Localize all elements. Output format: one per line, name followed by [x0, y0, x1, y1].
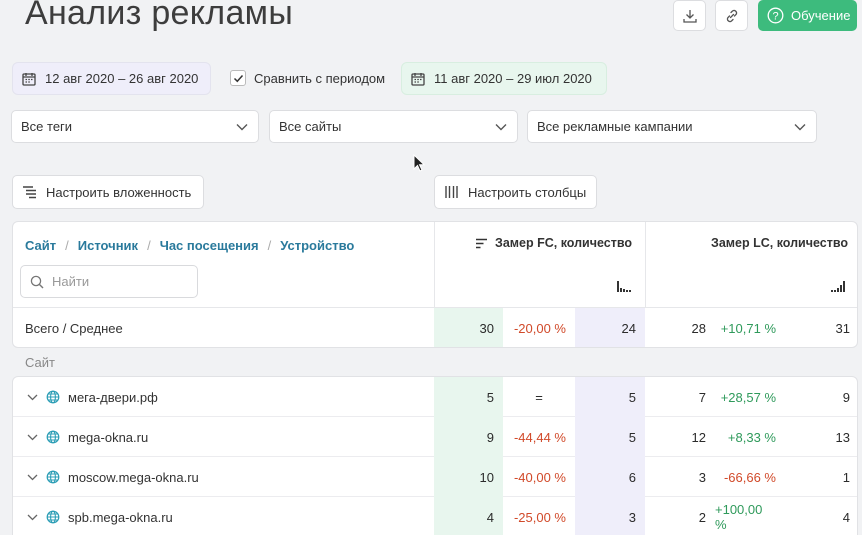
cell-lc: 12 [691, 429, 706, 445]
cell-lc-prev: 1 [842, 469, 850, 485]
sites-select-value: Все сайты [279, 119, 342, 134]
compare-period-value: 11 авг 2020 – 29 июл 2020 [434, 71, 592, 86]
cell-fc: 5 [434, 377, 503, 417]
cell-lc-prev: 13 [835, 429, 850, 445]
globe-icon [46, 430, 60, 444]
search-input[interactable]: Найти [20, 265, 198, 298]
report-table-header: Сайт / Источник / Час посещения / Устройство Н… [12, 221, 858, 348]
site-name: mega-okna.ru [68, 429, 149, 445]
columns-config-label: Настроить столбцы [468, 184, 587, 200]
page-title: Анализ рекламы [25, 0, 294, 32]
site-name: moscow.mega-okna.ru [68, 469, 199, 485]
breadcrumb-item-device[interactable]: Устройство [280, 238, 354, 253]
totals-fc-delta: -20,00 % [513, 320, 566, 336]
table-row[interactable]: moscow.mega-okna.ru 10 -40,00 % 6 3 -66,… [13, 457, 857, 497]
compare-label: Сравнить с периодом [254, 71, 386, 86]
globe-icon [46, 510, 60, 524]
chevron-down-icon[interactable] [27, 394, 38, 401]
tags-select[interactable]: Все теги [11, 110, 259, 143]
column-header-fc-label: Замер FC, количество [495, 236, 633, 250]
cell-fc: 4 [434, 497, 503, 535]
nesting-config-label: Настроить вложенность [46, 184, 192, 200]
cell-lc-delta: +100,00 % [715, 502, 763, 532]
share-link-button[interactable] [715, 0, 748, 31]
compare-checkbox[interactable] [230, 70, 246, 86]
cell-lc: 2 [698, 509, 706, 525]
breadcrumb-item-site[interactable]: Сайт [25, 238, 56, 253]
table-row[interactable]: mega-okna.ru 9 -44,44 % 5 12 +8,33 % 13 [13, 417, 857, 457]
cell-fc-prev: 5 [575, 377, 645, 417]
chevron-down-icon[interactable] [27, 434, 38, 441]
cell-fc-delta: = [535, 389, 543, 405]
cell-fc-prev: 5 [575, 417, 645, 457]
download-icon [682, 9, 697, 23]
report-table-body: мега-двери.рф 5 = 5 7 +28,57 % 9 mega-ok… [12, 376, 858, 535]
site-name: spb.mega-okna.ru [68, 509, 173, 525]
tags-select-value: Все теги [21, 119, 73, 134]
chevron-down-icon [236, 123, 248, 130]
help-circle-icon: ? [767, 7, 784, 24]
learn-button[interactable]: ? Обучение [758, 0, 857, 31]
table-row[interactable]: мега-двери.рф 5 = 5 7 +28,57 % 9 [13, 377, 857, 417]
breadcrumb-item-source[interactable]: Источник [78, 238, 138, 253]
totals-fc: 30 [434, 308, 503, 347]
download-button[interactable] [673, 0, 706, 31]
chevron-down-icon[interactable] [27, 514, 38, 521]
campaigns-select-value: Все рекламные кампании [537, 119, 693, 134]
check-icon [233, 74, 243, 82]
totals-lc: 28 [691, 320, 706, 336]
period-value: 12 авг 2020 – 26 авг 2020 [45, 71, 199, 86]
column-header-fc[interactable]: Замер FC, количество [475, 236, 632, 250]
bar-sort-icon[interactable] [830, 279, 846, 293]
cell-fc-delta: -40,00 % [513, 469, 566, 485]
breadcrumb: Сайт / Источник / Час посещения / Устройство [25, 238, 355, 253]
totals-lc-prev: 31 [835, 320, 850, 336]
learn-label: Обучение [791, 8, 851, 23]
columns-icon [445, 186, 458, 198]
totals-label: Всего / Среднее [25, 320, 123, 336]
breadcrumb-item-hour[interactable]: Час посещения [160, 238, 259, 253]
cell-lc-delta: +8,33 % [727, 429, 776, 445]
chevron-down-icon [794, 123, 806, 130]
cell-lc-prev: 4 [842, 509, 850, 525]
globe-icon [46, 390, 60, 404]
sites-select[interactable]: Все сайты [269, 110, 518, 143]
chevron-down-icon[interactable] [27, 474, 38, 481]
cell-fc-delta: -25,00 % [513, 509, 566, 525]
nesting-config-button[interactable]: Настроить вложенность [12, 175, 204, 209]
svg-text:?: ? [772, 10, 778, 22]
cell-lc-delta: -66,66 % [723, 469, 776, 485]
cell-fc: 10 [434, 457, 503, 497]
compare-period-picker[interactable]: 11 авг 2020 – 29 июл 2020 [401, 62, 607, 95]
totals-fc-prev: 24 [575, 308, 645, 347]
column-header-lc[interactable]: Замер LC, количество [711, 236, 848, 250]
link-icon [726, 9, 737, 22]
cell-lc: 3 [698, 469, 706, 485]
table-row[interactable]: spb.mega-okna.ru 4 -25,00 % 3 2 +100,00 … [13, 497, 857, 535]
search-placeholder: Найти [52, 274, 90, 289]
sort-lines-icon [476, 238, 487, 248]
bar-sort-icon[interactable] [616, 279, 632, 293]
cell-fc-delta: -44,44 % [513, 429, 566, 445]
cell-fc-prev: 3 [575, 497, 645, 535]
mouse-cursor-icon [413, 154, 425, 172]
cell-fc-prev: 6 [575, 457, 645, 497]
globe-icon [46, 470, 60, 484]
nesting-icon [23, 186, 36, 199]
chevron-down-icon [495, 123, 507, 130]
site-name: мега-двери.рф [68, 389, 158, 405]
cell-lc-prev: 9 [842, 389, 850, 405]
campaigns-select[interactable]: Все рекламные кампании [527, 110, 817, 143]
calendar-icon [22, 72, 36, 86]
cell-lc: 7 [698, 389, 706, 405]
period-picker[interactable]: 12 авг 2020 – 26 авг 2020 [12, 62, 211, 95]
calendar-icon [411, 72, 425, 86]
totals-lc-delta: +10,71 % [720, 320, 776, 336]
columns-config-button[interactable]: Настроить столбцы [434, 175, 597, 209]
cell-lc-delta: +28,57 % [720, 389, 776, 405]
search-icon [30, 275, 44, 288]
group-label: Сайт [25, 355, 55, 370]
cell-fc: 9 [434, 417, 503, 457]
